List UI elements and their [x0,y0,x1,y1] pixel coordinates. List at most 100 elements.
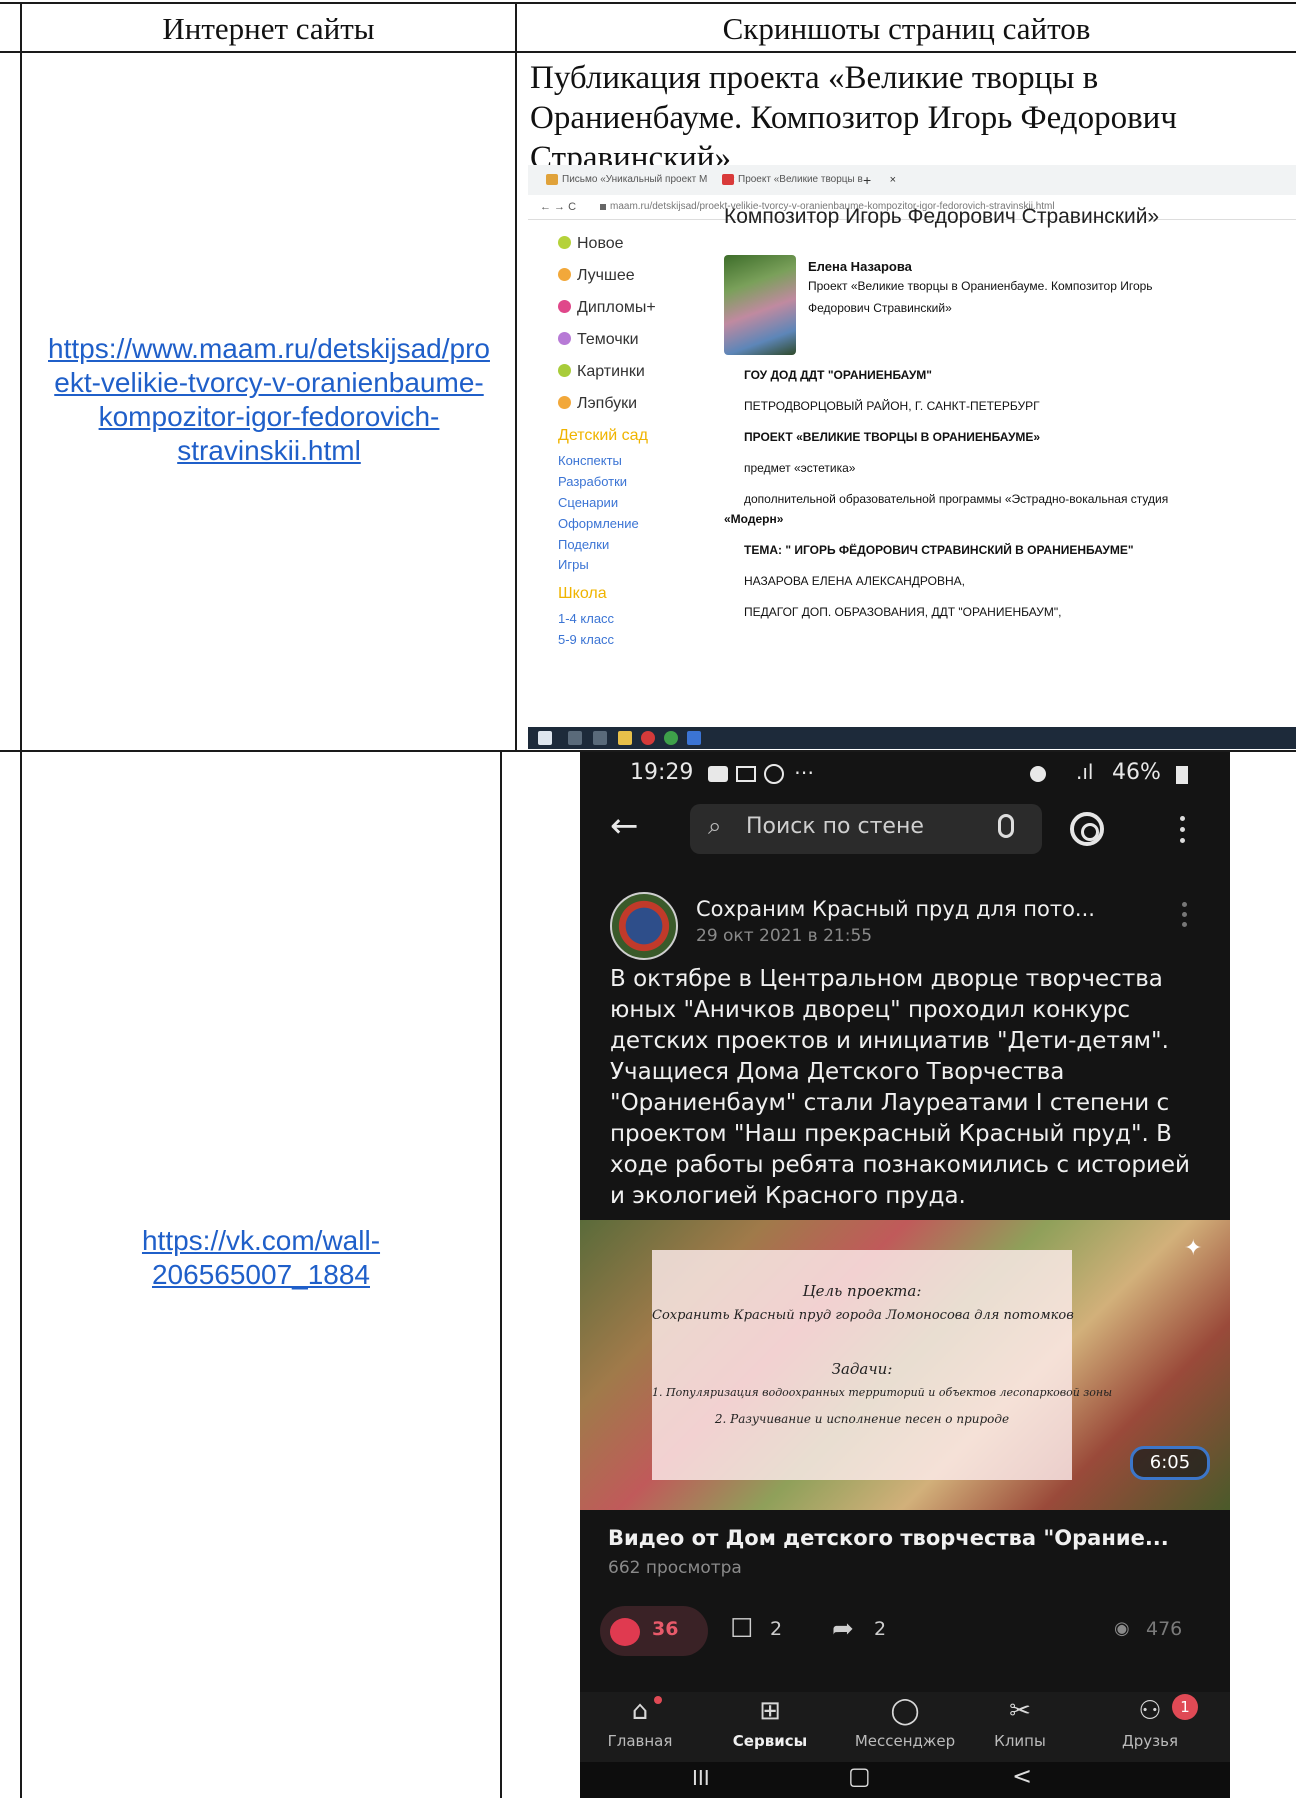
alarm-icon [1030,766,1046,782]
sidebar-link[interactable]: 1-4 класс [558,611,614,626]
pin-icon[interactable]: ✦ [1184,1236,1202,1261]
table-border-top [0,2,1296,4]
sidebar-item-diplomas[interactable]: Дипломы+ [558,299,656,317]
sidebar-link[interactable]: Разработки [558,474,627,489]
article-line: ПЕДАГОГ ДОП. ОБРАЗОВАНИЯ, ДДТ "ОРАНИЕНБА… [744,605,1062,619]
settings-icon[interactable] [1070,812,1104,846]
author-avatar[interactable] [724,255,796,355]
comment-icon[interactable]: ☐ [730,1614,753,1644]
clips-icon[interactable]: ✂ [960,1696,1080,1726]
community-avatar[interactable] [610,892,678,960]
video-preview[interactable]: Цель проекта: Сохранить Красный пруд гор… [580,1220,1230,1510]
sidebar-link[interactable]: Конспекты [558,453,622,468]
back-button[interactable]: < [1012,1762,1032,1790]
nav-buttons[interactable]: ← → C [540,195,576,219]
tab-mail-label: Письмо «Уникальный проект М [562,174,708,185]
video-title[interactable]: Видео от Дом детского творчества "Орание… [608,1526,1169,1550]
vk-link[interactable]: https://vk.com/wall- 206565007_1884 [24,1224,498,1292]
recents-button[interactable]: III [692,1766,710,1790]
explorer-icon[interactable] [618,731,632,745]
microphone-icon[interactable] [998,814,1014,838]
goal-title: Цель проекта: [802,1282,922,1300]
yandex-icon[interactable] [641,731,655,745]
battery-icon [1176,766,1188,784]
publication-title-line: Ораниенбауме. Композитор Игорь Федорович [530,100,1177,136]
nav-home[interactable]: Главная [580,1732,700,1750]
author-desc-line: Проект «Великие творцы в Ораниенбауме. К… [808,279,1153,293]
maam-link-line[interactable]: ekt-velikie-tvorcy-v-oranienbaume- [24,366,514,400]
home-button[interactable]: ▢ [848,1762,871,1790]
community-name[interactable]: Сохраним Красный пруд для пото... [696,897,1095,921]
publication-title: Публикация проекта «Великие творцы в Ора… [530,58,1270,178]
battery-percent: 46% [1112,760,1161,785]
share-icon[interactable]: ➦ [832,1614,854,1644]
phone-screenshot: 19:29 ⋯ .ıl 46% ← ⌕ Поиск по стене Сохра… [580,752,1230,1798]
vk-link-line[interactable]: 206565007_1884 [24,1258,498,1292]
tab-mail[interactable]: Письмо «Уникальный проект М × [542,169,735,191]
post-text: В октябре в Центральном дворце творчеств… [610,966,1190,1209]
table-border-mid2 [500,750,502,1798]
new-tab-button[interactable]: + [863,169,883,191]
dot-icon [558,332,571,345]
maam-link-line[interactable]: kompozitor-igor-fedorovich- [24,400,514,434]
post-view-count: 476 [1146,1618,1183,1640]
sidebar-item-label: Лучшее [577,267,635,284]
sidebar-item-new[interactable]: Новое [558,235,624,253]
sidebar-item-topics[interactable]: Темочки [558,331,639,349]
task-view-icon[interactable] [593,731,607,745]
table-border-mid [515,2,517,752]
sidebar-link[interactable]: Оформление [558,516,639,531]
article-line: «Модерн» [724,512,784,526]
section-school[interactable]: Школа [558,585,607,603]
menu-icon[interactable] [1180,827,1185,832]
sidebar-link[interactable]: 5-9 класс [558,632,614,647]
maam-link[interactable]: https://www.maam.ru/detskijsad/pro ekt-v… [24,332,514,468]
chrome-icon[interactable] [664,731,678,745]
services-icon[interactable]: ⊞ [710,1696,830,1726]
sidebar-item-pictures[interactable]: Картинки [558,363,645,381]
sidebar-item-best[interactable]: Лучшее [558,267,635,285]
maam-link-line[interactable]: https://www.maam.ru/detskijsad/pro [24,332,514,366]
home-icon[interactable]: ⌂ [580,1696,700,1726]
close-icon[interactable]: × [890,169,896,191]
author-name[interactable]: Елена Назарова [808,259,912,274]
nav-friends[interactable]: Друзья [1090,1732,1210,1750]
video-duration: 6:05 [1130,1446,1210,1480]
article-line: предмет «эстетика» [744,461,856,475]
article-line: ПРОЕКТ «ВЕЛИКИЕ ТВОРЦЫ В ОРАНИЕНБАУМЕ» [744,430,1041,444]
nav-services[interactable]: Сервисы [710,1732,830,1750]
nav-messenger[interactable]: Мессенджер [845,1732,965,1750]
section-kindergarten[interactable]: Детский сад [558,427,648,445]
wall-search-input[interactable]: Поиск по стене [746,814,924,839]
windows-start-icon[interactable] [538,731,552,745]
back-arrow-icon[interactable]: ← [610,806,639,846]
message-icon [708,766,728,782]
sidebar-item-label: Новое [577,235,624,252]
maam-icon [722,174,734,185]
header-screenshots: Скриншоты страниц сайтов [722,11,1091,46]
sidebar-item-lapbooks[interactable]: Лэпбуки [558,395,637,413]
maam-link-line[interactable]: stravinskii.html [24,434,514,468]
post-menu-icon[interactable] [1182,902,1187,907]
menu-icon[interactable] [1180,816,1185,821]
wall-search[interactable]: ⌕ Поиск по стене [690,804,1042,854]
menu-icon[interactable] [1180,838,1185,843]
sidebar-link[interactable]: Поделки [558,537,609,552]
tasks-title: Задачи: [831,1360,893,1378]
dot-icon [558,268,571,281]
app-icon[interactable] [687,731,701,745]
sidebar-link[interactable]: Игры [558,557,589,572]
vk-link-line[interactable]: https://vk.com/wall- [24,1224,498,1258]
browser-screenshot: Письмо «Уникальный проект М × Проект «Ве… [528,165,1296,750]
nav-clips[interactable]: Клипы [960,1732,1080,1750]
search-icon[interactable] [568,731,582,745]
dot-icon [558,396,571,409]
post-menu-icon[interactable] [1182,922,1187,927]
post-menu-icon[interactable] [1182,912,1187,917]
sidebar-link[interactable]: Сценарии [558,495,618,510]
tab-project[interactable]: Проект «Великие творцы в Ора × [718,169,896,207]
comment-count: 2 [770,1618,783,1640]
messenger-icon[interactable]: ◯ [845,1696,965,1726]
article-line: ПЕТРОДВОРЦОВЫЙ РАЙОН, Г. САНКТ-ПЕТЕРБУРГ [744,399,1040,413]
post-date: 29 окт 2021 в 21:55 [696,926,873,946]
